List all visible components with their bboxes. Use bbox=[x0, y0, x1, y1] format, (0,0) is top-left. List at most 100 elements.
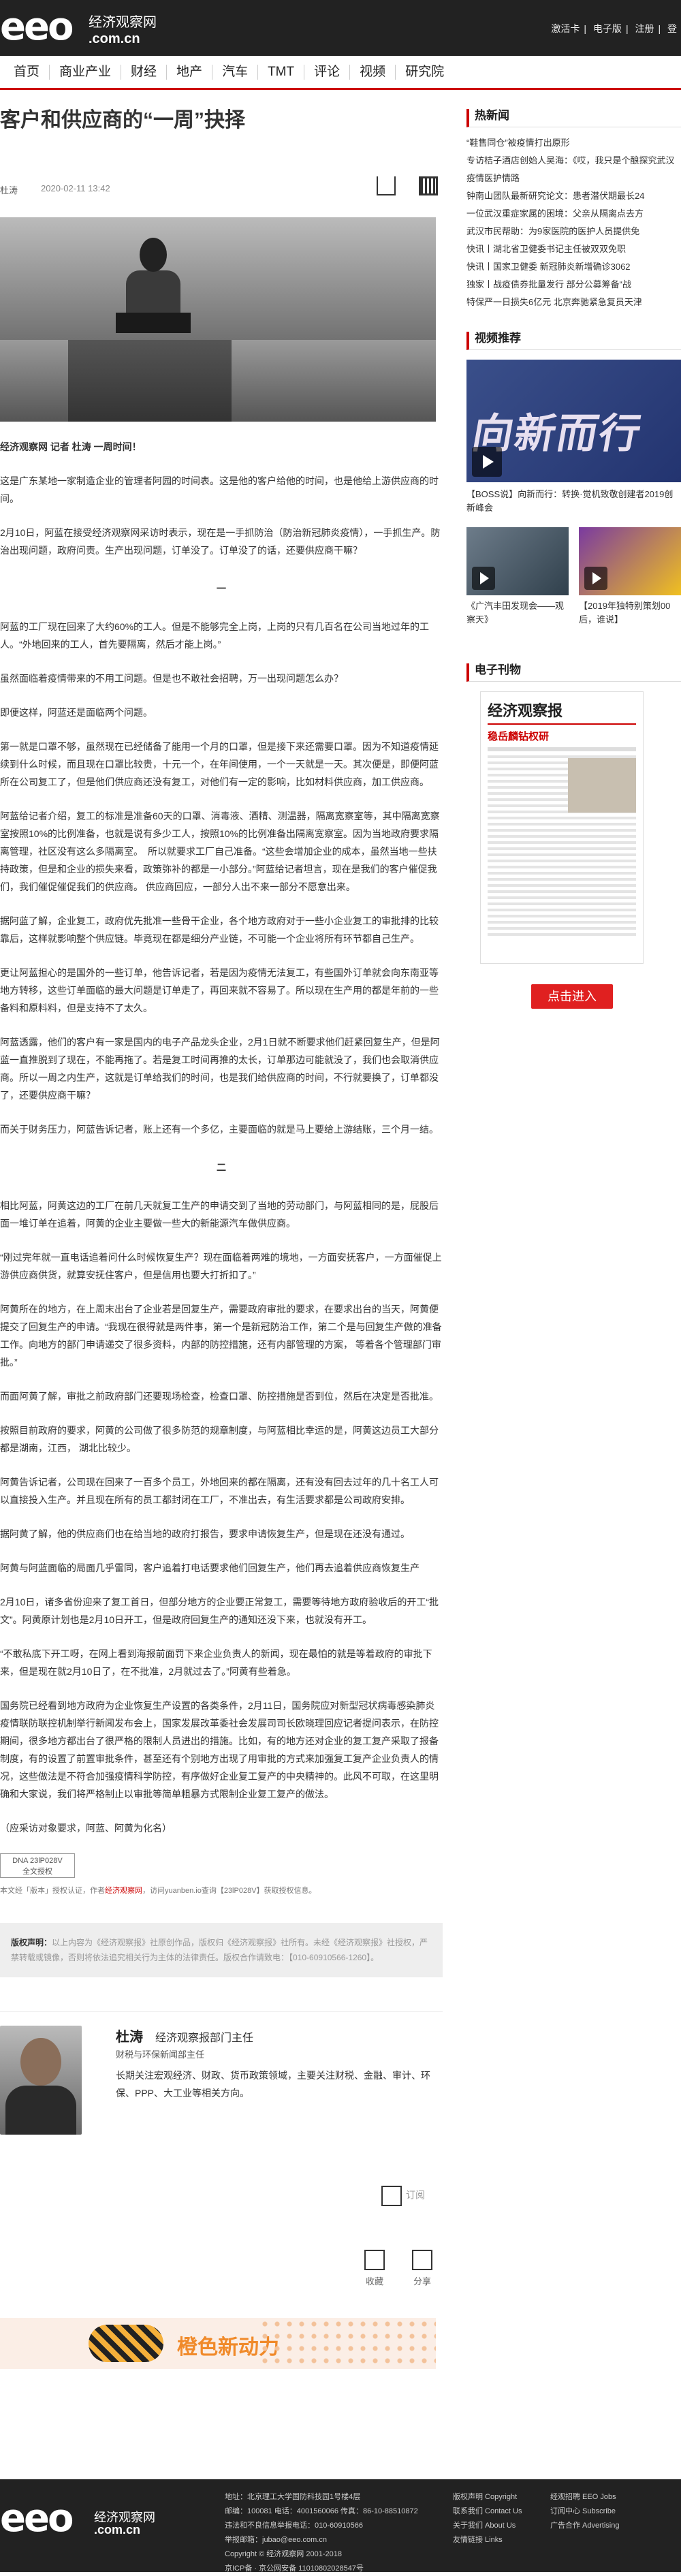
paragraph: “刚过完年就一直电话追着问什么时候恢复生产？现在面临着两难的境地，一方面安抚客户… bbox=[0, 1252, 442, 1281]
video-small-caption[interactable]: 《广汽丰田发现会——观察天》 bbox=[466, 599, 569, 627]
epaper-read-button[interactable]: 点击进入 bbox=[531, 984, 613, 1009]
paragraph: 2月10日，诸多省份迎来了复工首日，但部分地方的企业要正常复工，需要等待地方政府… bbox=[0, 1597, 439, 1625]
hot-news-item[interactable]: 专访桔子酒店创始人吴海：《哎，我只是个酿探究武汉疫情医护情路 bbox=[466, 152, 681, 187]
nav-business[interactable]: 商业产业 bbox=[50, 64, 122, 80]
video-small-caption[interactable]: 【2019年独特别策划00后，谁说】 bbox=[579, 599, 681, 627]
epaper-divider bbox=[488, 747, 636, 751]
star-icon bbox=[364, 2250, 385, 2270]
paragraph: 而面阿黄了解，审批之前政府部门还要现场检查，检查口罩、防控措施是否到位，然后在决… bbox=[0, 1391, 439, 1402]
nav-tmt[interactable]: TMT bbox=[258, 64, 305, 80]
source-note-text: 本文经「版本」授权认证，作者 bbox=[0, 1887, 105, 1895]
copyright-notice: 版权声明：以上内容为《经济观察报》社原创作品，版权归《经济观察报》社所有。未经《… bbox=[0, 1923, 443, 1977]
play-icon[interactable] bbox=[472, 447, 502, 477]
nav-home[interactable]: 首页 bbox=[4, 64, 50, 80]
footer-address-line: 举报邮箱：jubao@eeo.com.cn bbox=[225, 2536, 327, 2544]
footer-link[interactable]: 版权声明 Copyright bbox=[453, 2490, 522, 2504]
author-name[interactable]: 杜涛 bbox=[116, 2026, 143, 2045]
play-icon[interactable] bbox=[584, 567, 607, 590]
nav-auto[interactable]: 汽车 bbox=[212, 64, 259, 80]
epaper-masthead: 经济观察报 bbox=[488, 699, 636, 725]
sidebar: 热新闻 “鞋售同仓”被疫情打出原形 专访桔子酒店创始人吴海：《哎，我只是个酿探究… bbox=[466, 109, 681, 1009]
hot-news-item[interactable]: 快讯丨国家卫健委 新冠肺炎新增确诊3062 bbox=[466, 258, 681, 276]
nav-finance[interactable]: 财经 bbox=[121, 64, 168, 80]
footer-logo[interactable]: eeo bbox=[0, 2500, 74, 2538]
paragraph: 即便这样，阿蓝还是面临两个问题。 bbox=[0, 707, 153, 718]
nav-opinion[interactable]: 评论 bbox=[304, 64, 351, 80]
subscribe-button[interactable]: 订阅 bbox=[381, 2186, 425, 2206]
author-avatar[interactable] bbox=[0, 2026, 82, 2135]
video-small-item[interactable]: 《广汽丰田发现会——观察天》 bbox=[466, 527, 569, 627]
paragraph: 国务院已经看到地方政府为企业恢复生产设置的各类条件，2月11日，国务院应对新型冠… bbox=[0, 1700, 439, 1800]
paragraph: 阿蓝透露，他们的客户有一家是国内的电子产品龙头企业，2月1日就不断要求他们赶紧回… bbox=[0, 1037, 440, 1101]
footer-link[interactable]: 经观招聘 EEO Jobs bbox=[550, 2490, 619, 2504]
footer: eeo 经济观察网 .com.cn 地址：北京理工大学国防科技园1号楼4层 邮编… bbox=[0, 2479, 681, 2573]
article-author[interactable]: 杜涛 bbox=[0, 183, 18, 196]
video-small-thumb[interactable] bbox=[466, 527, 569, 595]
footer-link[interactable]: 友情链接 Links bbox=[453, 2533, 522, 2547]
paragraph: 阿黄与阿蓝面临的局面几乎雷同，客户追着打电话要求他们回复生产，他们再去追着供应商… bbox=[0, 1562, 419, 1573]
paragraph: 据阿蓝了解，企业复工，政府优先批准一些骨干企业，各个地方政府对于一些小企业复工的… bbox=[0, 915, 439, 944]
footer-link[interactable]: 关于我们 About Us bbox=[453, 2519, 522, 2533]
article-body: 经济观察网 记者 杜涛 一周时间！ 这是广东某地一家制造企业的管理者阿园的时间表… bbox=[0, 438, 443, 1837]
paragraph: 阿黄告诉记者，公司现在回来了一百多个员工，外地回来的都在隔离，还有没有回去过年的… bbox=[0, 1477, 439, 1505]
video-title: 视频推荐 bbox=[466, 332, 681, 350]
paragraph: 更让阿蓝担心的是国外的一些订单，他告诉记者，若是因为疫情无法复工，有些国外订单就… bbox=[0, 967, 439, 1014]
paragraph: 相比阿蓝，阿黄这边的工厂在前几天就复工生产的申请交到了当地的劳动部门，与阿蓝相同… bbox=[0, 1200, 439, 1229]
article-actions: 收藏 分享 bbox=[0, 2250, 443, 2297]
source-highlight[interactable]: 经济观察网 bbox=[105, 1887, 142, 1895]
qrcode-icon[interactable] bbox=[419, 176, 438, 195]
ad-banner[interactable]: 橙色新动力 bbox=[0, 2318, 436, 2369]
video-small-thumb[interactable] bbox=[579, 527, 681, 595]
article-date: 2020-02-11 13:42 bbox=[41, 183, 110, 193]
e-edition-link[interactable]: 电子版 bbox=[593, 23, 622, 34]
nav-realestate[interactable]: 地产 bbox=[167, 64, 213, 80]
footer-links-1: 版权声明 Copyright 联系我们 Contact Us 关于我们 Abou… bbox=[453, 2490, 522, 2547]
paragraph: （应采访对象要求，阿蓝、阿黄为化名） bbox=[0, 1823, 172, 1834]
copyright-label: 版权声明： bbox=[11, 1938, 52, 1947]
hot-news-item[interactable]: 独家丨战疫债券批量发行 部分公募筹备“战 bbox=[466, 276, 681, 294]
author-avatar-face bbox=[20, 2038, 61, 2086]
video-main-caption[interactable]: 【BOSS说】向新而行：转换·觉机致敬创建者2019创新峰会 bbox=[466, 488, 681, 515]
hot-news-item[interactable]: 钟南山团队最新研究论文：患者潜伏期最长24 bbox=[466, 187, 681, 205]
hero-image bbox=[0, 217, 436, 422]
footer-link[interactable]: 广告合作 Advertising bbox=[550, 2519, 619, 2533]
register-link[interactable]: 注册 bbox=[635, 23, 654, 34]
nav-research[interactable]: 研究院 bbox=[396, 65, 454, 80]
video-small-item[interactable]: 【2019年独特别策划00后，谁说】 bbox=[579, 527, 681, 627]
hot-news-item[interactable]: 特保严一日损失6亿元 北京奔驰紧急复员天津 bbox=[466, 294, 681, 311]
activate-card-link[interactable]: 激活卡 bbox=[551, 23, 580, 34]
paragraph: 阿蓝的工厂现在回来了大约60%的工人。但是不能够完全上岗，上岗的只有几百名在公司… bbox=[0, 621, 430, 650]
epaper-headline: 稳岳麟钻权研 bbox=[488, 731, 550, 742]
login-link[interactable]: 登 bbox=[667, 23, 677, 34]
footer-link[interactable]: 订阅中心 Subscribe bbox=[550, 2504, 619, 2519]
share-icon[interactable] bbox=[377, 176, 396, 195]
hot-news-item[interactable]: 快讯丨湖北省卫健委书记主任被双双免职 bbox=[466, 240, 681, 258]
hot-news-item[interactable]: 武汉市民帮助：为9家医院的医护人员提供免 bbox=[466, 223, 681, 240]
section-heading: 二 bbox=[217, 1162, 226, 1173]
author-avatar-suit bbox=[5, 2086, 76, 2135]
video-small-list: 《广汽丰田发现会——观察天》 【2019年独特别策划00后，谁说】 bbox=[466, 527, 681, 657]
paragraph: 据阿黄了解，他的供应商们也在给当地的政府打报告，要求申请恢复生产，但是现在还没有… bbox=[0, 1528, 410, 1539]
article-title: 客户和供应商的“一周”抉择 bbox=[0, 109, 245, 131]
hero-person-head bbox=[140, 238, 167, 272]
share-label: 分享 bbox=[413, 2276, 431, 2287]
authorization-tag[interactable]: DNA 23lP028V 全文授权 bbox=[0, 1853, 75, 1878]
authorization-dna: DNA 23lP028V bbox=[12, 1857, 63, 1865]
paragraph: 阿黄所在的地方，在上周末出台了企业若是回复生产，需要政府审批的要求，在要求出台的… bbox=[0, 1304, 442, 1368]
epaper-cover[interactable]: 经济观察报 稳岳麟钻权研 bbox=[480, 691, 644, 964]
video-main-thumb[interactable]: 向新而行 bbox=[466, 360, 681, 482]
play-icon[interactable] bbox=[472, 567, 495, 590]
share-button[interactable]: 分享 bbox=[409, 2250, 436, 2287]
hot-news-item[interactable]: “鞋售同仓”被疫情打出原形 bbox=[466, 134, 681, 152]
hot-news-list: “鞋售同仓”被疫情打出原形 专访桔子酒店创始人吴海：《哎，我只是个酿探究武汉疫情… bbox=[466, 134, 681, 311]
author-desc: 长期关注宏观经济、财政、货币政策领域，主要关注财税、金融、审计、环保、PPP、大… bbox=[116, 2070, 430, 2099]
ad-dots bbox=[259, 2318, 436, 2369]
main-nav: 首页 商业产业 财经 地产 汽车 TMT 评论 视频 研究院 bbox=[0, 56, 681, 90]
favorite-button[interactable]: 收藏 bbox=[361, 2250, 388, 2287]
footer-link[interactable]: 联系我们 Contact Us bbox=[453, 2504, 522, 2519]
footer-address-line: 京ICP备 · 京公网安备 11010802028547号 bbox=[225, 2564, 364, 2573]
nav-video[interactable]: 视频 bbox=[350, 64, 396, 80]
hero-person bbox=[116, 238, 191, 367]
hot-news-item[interactable]: 一位武汉重症家属的困境：父亲从隔离点去方 bbox=[466, 205, 681, 223]
site-logo[interactable]: eeo bbox=[0, 8, 74, 46]
